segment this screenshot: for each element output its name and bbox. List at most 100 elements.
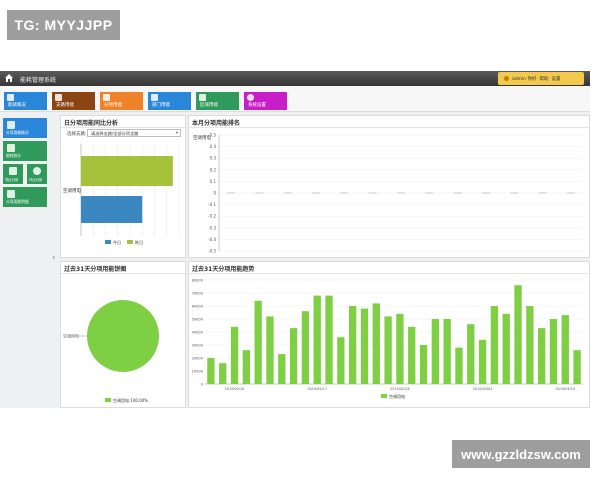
module-department[interactable]: 部门用能 — [148, 92, 191, 110]
x-tick-label: 2019/03/03 — [473, 387, 493, 391]
trend-panel: 过去31天分项用能趋势 80000 70000 60000 50000 40000 300… — [188, 261, 590, 408]
trend-bar — [408, 326, 416, 384]
category-label: 空调用电 — [63, 187, 81, 194]
sidebar-item-statistics[interactable]: 能耗统计 — [3, 141, 47, 161]
callout-label: 空调用电 — [63, 333, 79, 339]
y-tick-label: 80000 — [192, 279, 204, 283]
monthly-rank-panel: 本月分项用能排名 0.5 0.4 0.3 0.2 0.1 0 -0.1 -0.2 -0.3 -0.… — [188, 115, 590, 258]
y-tick-label: -0.3 — [208, 225, 216, 230]
collapse-arrow-icon[interactable]: ‹ — [52, 253, 56, 263]
branch-select-value: 请选择支路/全部分项支路 — [91, 131, 139, 136]
divider — [61, 127, 185, 128]
y-tick-label: 0 — [213, 191, 216, 196]
sidebar-item-label: 分项用能明细 — [6, 199, 29, 204]
legend-label: 空调用电 — [389, 393, 405, 399]
clock-icon — [33, 167, 41, 175]
module-label: 分项用能 — [104, 103, 122, 108]
chart-icon — [7, 144, 15, 152]
panel-title: 过去31天分项用能趋势 — [192, 266, 255, 273]
home-icon[interactable] — [4, 73, 14, 83]
trend-bar — [313, 295, 321, 384]
module-branch[interactable]: 支路用能 — [52, 92, 95, 110]
grid-icon — [199, 94, 206, 101]
sidebar-item-yoy[interactable]: 同比分析 — [3, 164, 23, 184]
trend-bar — [549, 319, 558, 384]
trend-bar — [478, 339, 487, 384]
title-bar: 能耗管理系统 admin 你好 帮助 设置 — [0, 71, 590, 86]
monitor-icon — [7, 121, 15, 129]
itemized-icon — [103, 94, 110, 101]
module-region[interactable]: 区域用能 — [196, 92, 239, 110]
y-tick-label: -0.2 — [208, 214, 216, 219]
divider — [189, 127, 589, 128]
branch-select-label: 选择支路: — [67, 132, 87, 137]
legend-swatch — [127, 240, 133, 244]
user-icon — [504, 76, 509, 81]
watermark-bottom-right: www.gzzldzsw.com — [452, 440, 590, 468]
trend-chart: 80000 70000 60000 50000 40000 30000 20000 10000… — [192, 279, 583, 399]
sidebar-item-overview[interactable]: 分项用能概况 — [3, 118, 47, 138]
sidebar-item-label: 分项用能概况 — [6, 130, 29, 135]
branch-select[interactable]: 请选择支路/全部分项支路 ▾ — [87, 129, 181, 137]
trend-bar — [278, 354, 286, 384]
y-tick-label: 0.1 — [210, 179, 217, 184]
y-tick-label: 40000 — [192, 331, 204, 335]
y-tick-label: -0.1 — [208, 202, 216, 207]
pie-slice-空调用电 — [87, 300, 159, 372]
bar-今日 — [81, 196, 143, 223]
trend-bar — [289, 328, 298, 384]
watermark-top-left: TG: MYYJJPP — [7, 10, 120, 40]
chevron-down-icon: ▾ — [175, 131, 178, 136]
module-label: 能耗概况 — [8, 103, 26, 108]
module-label: 区域用能 — [200, 103, 218, 108]
help-link[interactable]: 帮助 — [540, 76, 549, 82]
trend-bar — [502, 313, 510, 384]
sidebar: 分项用能概况 能耗统计 同比分析 环比分析 分项用能明细 — [0, 113, 50, 408]
sidebar-item-label: 同比分析 — [5, 178, 19, 182]
gear-icon — [247, 94, 254, 101]
module-settings[interactable]: 系统设置 — [244, 92, 287, 110]
calendar-icon — [7, 190, 15, 198]
trend-bar — [207, 358, 215, 384]
legend-swatch — [105, 398, 111, 402]
y-axis-label: 空调用电 — [193, 134, 211, 141]
branch-icon — [55, 94, 62, 101]
module-overview[interactable]: 能耗概况 — [4, 92, 47, 110]
y-tick-label: 60000 — [192, 305, 204, 309]
trend-bar — [230, 326, 239, 384]
trend-bar — [384, 316, 392, 384]
overview-icon — [7, 94, 14, 101]
pie-chart: 空调用电空调用电 100.00% — [63, 300, 159, 403]
sidebar-item-detail[interactable]: 分项用能明细 — [3, 187, 47, 207]
user-greeting[interactable]: admin 你好 — [512, 76, 537, 82]
legend-label: 今日 — [113, 239, 121, 245]
user-box: admin 你好 帮助 设置 — [498, 72, 584, 85]
y-tick-label: 0.3 — [210, 156, 217, 161]
y-tick-label: 0.2 — [210, 167, 217, 172]
bar-昨日 — [81, 156, 173, 186]
sidebar-item-mom[interactable]: 环比分析 — [27, 164, 47, 184]
app-title: 能耗管理系统 — [20, 77, 57, 84]
trend-bar — [490, 306, 499, 384]
y-tick-label: 0 — [201, 383, 204, 387]
trend-bar — [419, 345, 428, 384]
trend-bar — [242, 350, 251, 384]
y-tick-label: -0.4 — [208, 237, 216, 242]
legend-label: 昨日 — [135, 239, 143, 245]
y-tick-label: 30000 — [192, 344, 204, 348]
y-tick-label: 70000 — [192, 292, 204, 296]
trend-bar — [443, 319, 451, 384]
trend-bar — [254, 300, 262, 384]
sidebar-item-label: 环比分析 — [29, 178, 43, 182]
sidebar-item-label: 能耗统计 — [6, 153, 22, 158]
settings-link[interactable]: 设置 — [552, 76, 561, 82]
trend-bar — [337, 337, 345, 384]
trend-bar — [573, 350, 581, 384]
y-tick-label: -0.5 — [208, 249, 216, 254]
legend-label: 空调用电 100.00% — [113, 397, 148, 403]
module-itemized[interactable]: 分项用能 — [100, 92, 143, 110]
trend-bar — [301, 311, 310, 384]
panel-title: 日分项用能同比分析 — [64, 120, 119, 127]
x-tick-label: 2019/02/17 — [307, 387, 327, 391]
module-bar: 能耗概况 支路用能 分项用能 部门用能 区域用能 系统设置 — [0, 86, 590, 112]
